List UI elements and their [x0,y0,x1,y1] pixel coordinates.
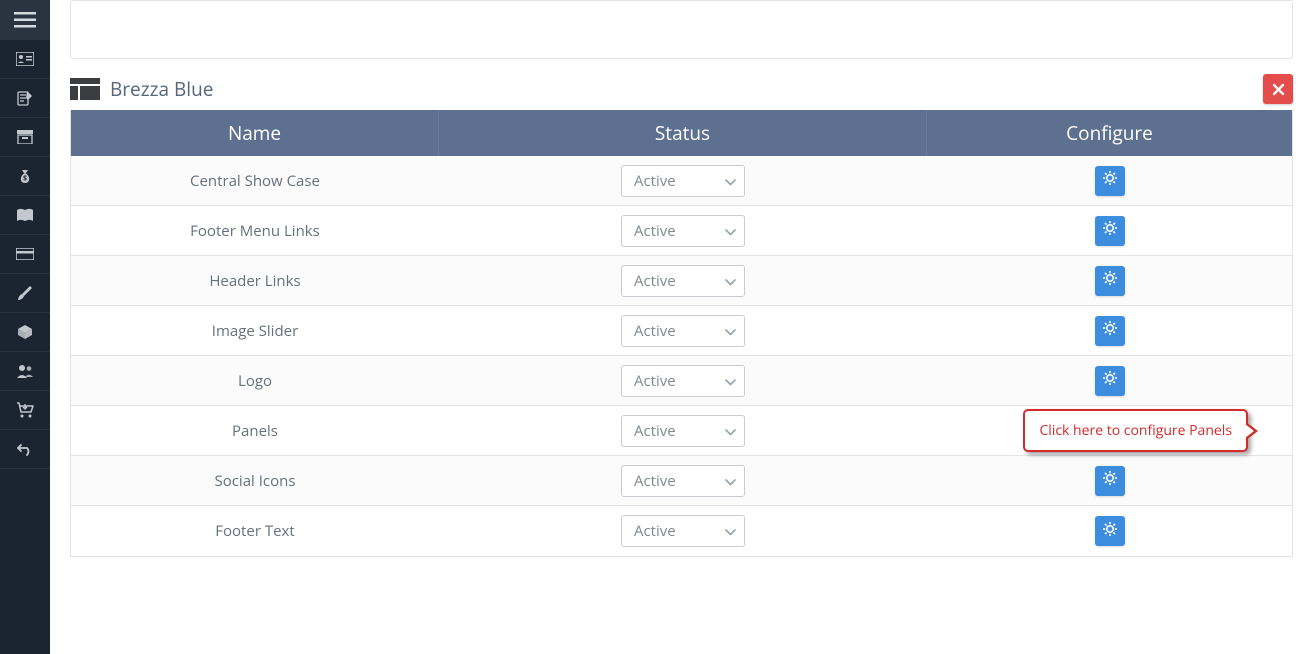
sidebar-archive[interactable] [0,118,50,157]
chevron-down-icon [725,271,736,291]
gear-icon [1102,270,1118,291]
close-icon [1272,83,1285,96]
gear-icon [1102,370,1118,391]
configure-button[interactable] [1095,266,1125,296]
chevron-down-icon [725,171,736,191]
gear-icon [1102,220,1118,241]
sidebar: $ [0,0,50,654]
table-row: Panels Active Click here to configure Pane… [71,406,1292,456]
row-name: Logo [238,371,272,391]
hamburger-menu[interactable] [0,0,50,40]
sidebar-id-card[interactable] [0,40,50,79]
archive-icon [17,130,33,144]
col-header-name: Name [71,110,439,156]
main-content: Brezza Blue Name Status Configure Centra… [50,0,1313,654]
row-name: Social Icons [215,471,296,491]
configure-button[interactable] [1095,466,1125,496]
status-value: Active [634,421,676,441]
col-header-configure: Configure [927,110,1292,156]
chevron-down-icon [725,471,736,491]
table-row: Footer Text Active [71,506,1292,556]
box-3d-icon [17,324,33,340]
status-value: Active [634,471,676,491]
table-row: Social Icons Active [71,456,1292,506]
status-select[interactable]: Active [621,165,745,197]
status-value: Active [634,271,676,291]
row-name: Footer Text [215,521,294,541]
status-select[interactable]: Active [621,365,745,397]
table-header: Name Status Configure [71,110,1292,156]
undo-icon [17,442,33,456]
top-empty-card [70,0,1293,59]
row-name: Central Show Case [190,171,320,191]
status-select[interactable]: Active [621,465,745,497]
status-value: Active [634,171,676,191]
gear-icon [1102,170,1118,191]
users-icon [16,364,34,378]
col-header-status: Status [439,110,927,156]
layout-icon [70,78,100,100]
table-row: Logo Active [71,356,1292,406]
sidebar-undo[interactable] [0,430,50,469]
id-card-icon [16,52,34,66]
status-select[interactable]: Active [621,515,745,547]
cart-icon [16,402,34,418]
chevron-down-icon [725,521,736,541]
status-select[interactable]: Active [621,215,745,247]
money-bag-icon: $ [18,168,32,184]
panel-title: Brezza Blue [110,76,213,102]
close-button[interactable] [1263,74,1293,104]
row-name: Footer Menu Links [190,221,320,241]
table-row: Image Slider Active [71,306,1292,356]
card-icon [16,248,34,260]
status-select[interactable]: Active [621,415,745,447]
status-value: Active [634,371,676,391]
row-name: Panels [232,421,278,441]
status-select[interactable]: Active [621,265,745,297]
sidebar-box3d[interactable] [0,313,50,352]
row-name: Image Slider [212,321,298,341]
chevron-down-icon [725,221,736,241]
chevron-down-icon [725,421,736,441]
edit-doc-icon [17,90,33,106]
status-value: Active [634,321,676,341]
gear-icon [1102,521,1118,542]
gear-icon [1102,320,1118,341]
status-value: Active [634,521,676,541]
chevron-down-icon [725,321,736,341]
configure-button[interactable] [1095,516,1125,546]
configure-button[interactable] [1095,166,1125,196]
hamburger-icon [14,12,36,28]
sidebar-edit[interactable] [0,79,50,118]
sidebar-money[interactable]: $ [0,157,50,196]
chevron-down-icon [725,371,736,391]
table-row: Central Show Case Active [71,156,1292,206]
config-table: Name Status Configure Central Show Case A… [70,110,1293,557]
status-select[interactable]: Active [621,315,745,347]
sidebar-users[interactable] [0,352,50,391]
status-value: Active [634,221,676,241]
tooltip-text: Click here to configure Panels [1039,421,1232,440]
configure-button[interactable] [1095,366,1125,396]
sidebar-card[interactable] [0,235,50,274]
configure-button[interactable] [1095,216,1125,246]
panel-header: Brezza Blue [70,76,1293,110]
table-row: Footer Menu Links Active [71,206,1292,256]
gear-icon [1102,470,1118,491]
brush-icon [17,285,33,301]
row-name: Header Links [209,271,300,291]
sidebar-book[interactable] [0,196,50,235]
svg-text:$: $ [23,175,27,184]
configure-button[interactable] [1095,316,1125,346]
tooltip-callout: Click here to configure Panels [1023,409,1248,452]
sidebar-brush[interactable] [0,274,50,313]
sidebar-cart[interactable] [0,391,50,430]
book-icon [16,208,34,222]
table-row: Header Links Active [71,256,1292,306]
